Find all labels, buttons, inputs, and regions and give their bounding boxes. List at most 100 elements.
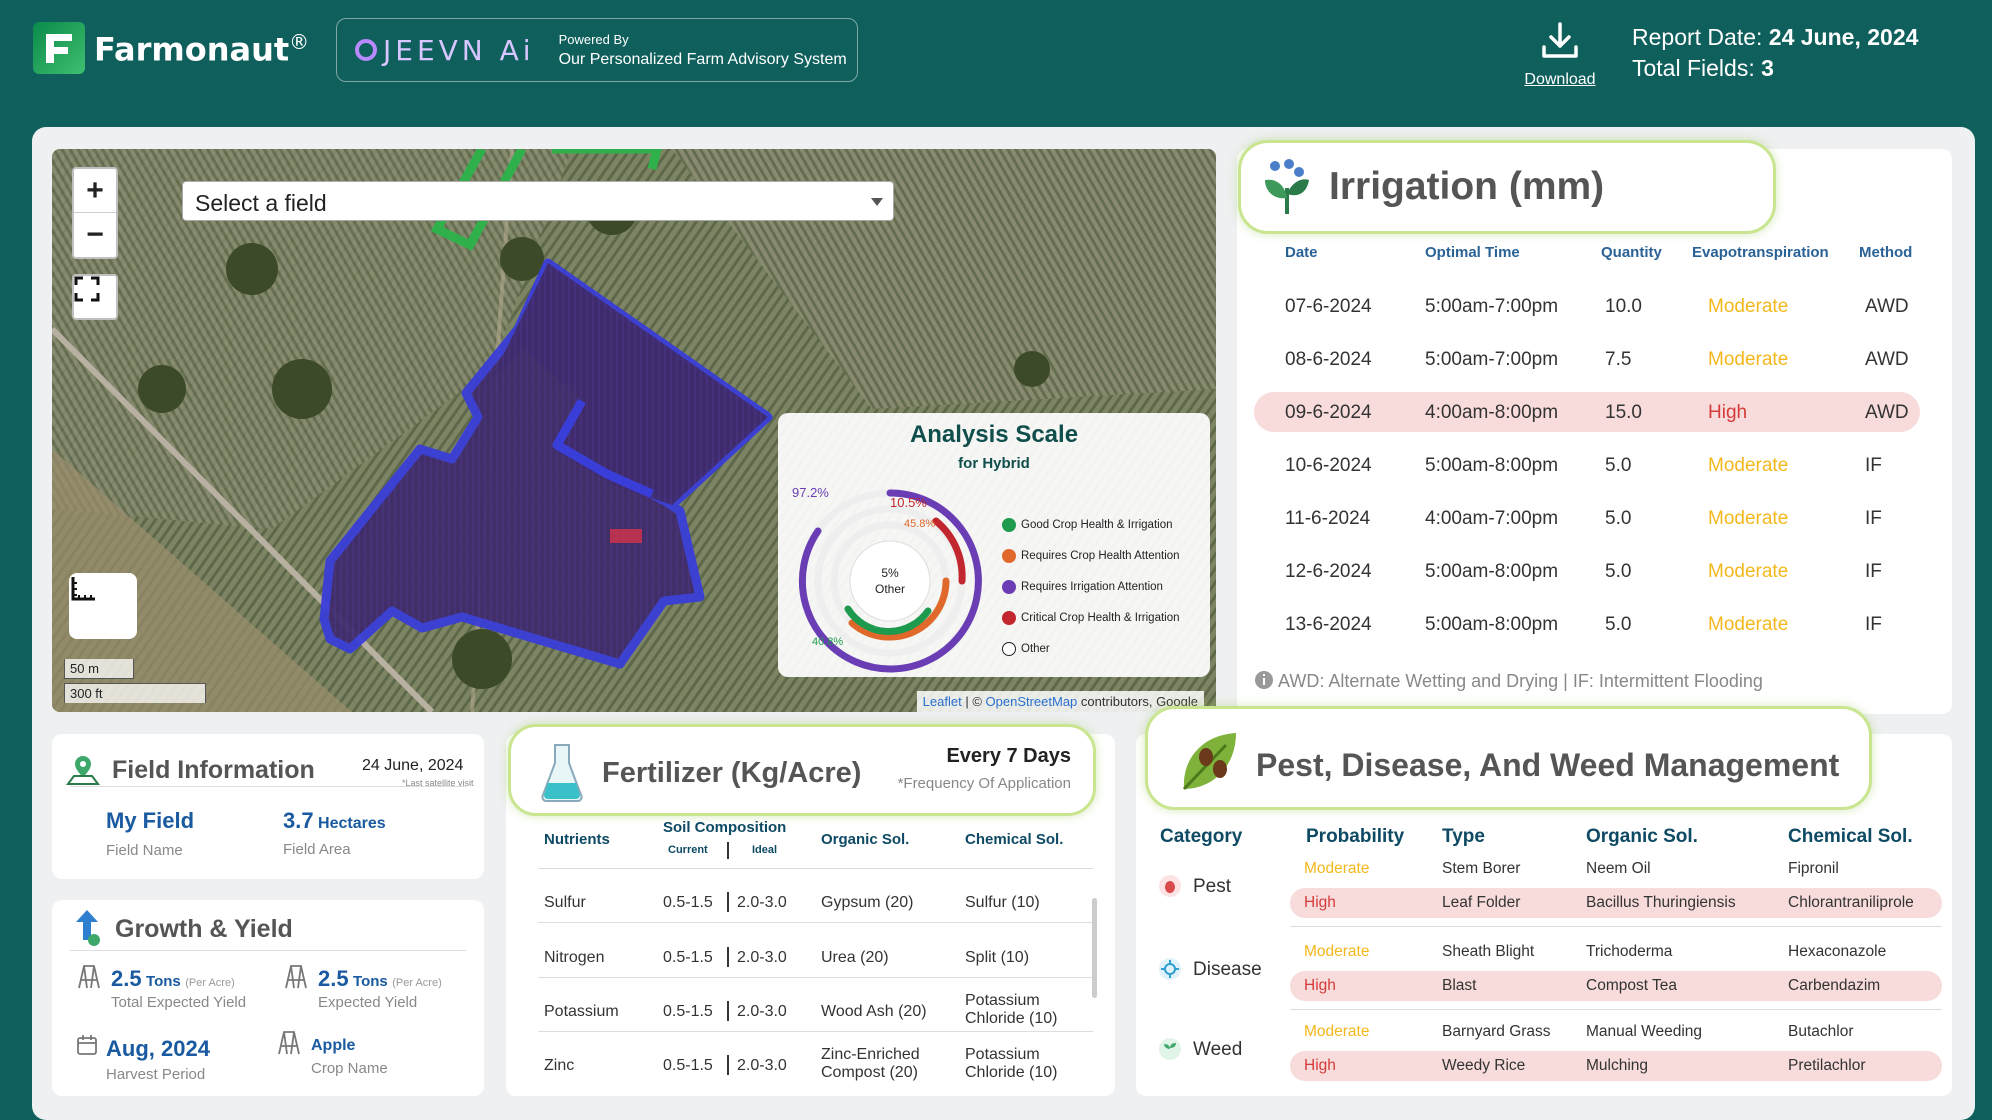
leaf-bug-icon [1182,733,1236,791]
irr-cell-date: 09-6-2024 [1285,402,1372,423]
irr-cell-evap: Moderate [1708,349,1789,370]
field-name-label: Field Name [106,842,183,859]
legend-item: Good Crop Health & Irrigation [1002,509,1180,540]
fert-header-chemical: Chemical Sol. [965,831,1064,848]
irrigation-row: 07-6-2024 5:00am-7:00pm 10.0 Moderate AWD [1254,286,1920,326]
irr-cell-qty: 5.0 [1605,508,1632,529]
fertilizer-title-badge: Fertilizer (Kg/Acre) Every 7 Days *Frequ… [508,724,1096,816]
irr-cell-evap: Moderate [1708,455,1789,476]
analysis-title: Analysis Scale [909,421,1079,448]
pest-cell-type: Weedy Rice [1442,1057,1526,1074]
fertilizer-frequency-note: *Frequency Of Application [897,775,1071,792]
info-icon [1255,671,1273,689]
fert-current: 0.5-1.5 [663,949,713,966]
irr-cell-method: AWD [1865,402,1909,423]
farmonaut-logo[interactable] [33,22,85,74]
irr-cell-method: AWD [1865,349,1909,370]
fertilizer-frequency: Every 7 Days [946,745,1071,767]
fert-header-soil: Soil Composition [663,819,787,836]
irr-header-evap: Evapotranspiration [1692,244,1829,261]
fert-ideal: 2.0-3.0 [737,949,787,966]
pest-cell-prob: High [1304,1057,1336,1074]
fert-nutrient: Potassium [544,1003,619,1020]
bug-icon [1158,874,1182,898]
pest-cell-prob: High [1304,894,1336,911]
analysis-donut: 97.2% 10.5% 45.8% 40.8% 5% Other [792,485,982,673]
field-select[interactable]: Select a field [182,181,894,221]
growth-title: Growth & Yield [115,915,293,943]
yield-icon [78,965,100,989]
zoom-in-button[interactable]: + [74,169,116,213]
irr-cell-time: 4:00am-7:00pm [1425,508,1559,529]
pest-cell-type: Leaf Folder [1442,894,1521,911]
pest-category-label: Disease [1193,959,1262,980]
label-green-pct: 40.8% [812,636,843,648]
pest-title: Pest, Disease, And Weed Management [1256,747,1840,783]
irr-cell-time: 5:00am-7:00pm [1425,349,1559,370]
crop-icon [278,1031,300,1055]
irr-cell-method: AWD [1865,296,1909,317]
irr-header-time: Optimal Time [1425,244,1520,261]
irrigation-row: 11-6-2024 4:00am-7:00pm 5.0 Moderate IF [1254,498,1920,538]
expected-yield-value: 2.5 Tons (Per Acre) [318,966,442,991]
crop-label: Crop Name [311,1060,388,1077]
report-date: 24 June, 2024 [1768,24,1919,50]
pest-category-label: Pest [1193,876,1232,897]
fert-nutrient: Zinc [544,1057,575,1074]
brand-name: Farmonaut® [94,30,310,69]
irr-cell-date: 07-6-2024 [1285,296,1372,317]
irr-cell-method: IF [1865,561,1882,582]
measure-button[interactable] [69,573,137,639]
leaflet-link[interactable]: Leaflet [923,694,962,709]
jeevn-badge: JEEVN Ai Powered By Our Personalized Far… [336,18,858,82]
irr-cell-qty: 5.0 [1605,614,1632,635]
total-fields: 3 [1761,55,1774,81]
analysis-legend: Good Crop Health & Irrigation Requires C… [1002,509,1180,664]
sprout-icon [1158,1037,1182,1061]
osm-link[interactable]: OpenStreetMap [986,694,1078,709]
pest-cell-type: Blast [1442,977,1477,994]
field-area-label: Field Area [283,841,351,858]
irr-cell-date: 13-6-2024 [1285,614,1372,635]
label-outer-pct: 97.2% [792,485,829,500]
pest-header-category: Category [1160,826,1243,847]
pest-cell-chemical: Pretilachlor [1788,1057,1866,1074]
pest-header-chemical: Chemical Sol. [1788,826,1913,847]
fullscreen-button[interactable] [72,274,118,320]
growth-yield-card: Growth & Yield 2.5 Tons (Per Acre) Total… [52,900,484,1096]
pest-title-badge: Pest, Disease, And Weed Management [1145,706,1872,810]
pest-row: Moderate Sheath Blight Trichoderma Hexacona… [1290,937,1942,967]
download-icon [1542,22,1578,58]
irr-cell-date: 12-6-2024 [1285,561,1372,582]
irr-cell-qty: 5.0 [1605,455,1632,476]
field-map[interactable]: + − Select a field 50 m 300 ft Leaflet |… [52,149,1216,712]
analysis-scale-card: Analysis Scale for Hybrid 97.2% 10.5% 45… [778,413,1210,677]
field-name-value: My Field [106,808,195,833]
flask-icon [541,744,583,803]
scale-feet: 300 ft [64,683,206,703]
irr-header-qty: Quantity [1601,244,1662,261]
irr-cell-time: 5:00am-8:00pm [1425,561,1559,582]
label-center-other: Other [875,582,905,596]
fert-organic: Zinc-Enriched Compost (20) [821,1046,920,1081]
fert-chemical: Potassium Chloride (10) [965,992,1058,1027]
powered-by-label: Powered By [558,31,629,47]
field-area-value: 3.7 Hectares [283,808,386,833]
label-red-pct: 10.5% [890,495,927,510]
download-button[interactable]: Download [1520,20,1600,89]
harvest-label: Harvest Period [106,1066,206,1083]
zoom-out-button[interactable]: − [74,213,116,257]
field-select-value: Select a field [195,190,327,216]
total-yield-value: 2.5 Tons (Per Acre) [111,966,235,991]
pest-cell-organic: Mulching [1586,1057,1649,1074]
irr-header-method: Method [1859,244,1913,261]
irrigation-row: 08-6-2024 5:00am-7:00pm 7.5 Moderate AWD [1254,339,1920,379]
irr-cell-method: IF [1865,614,1882,635]
irrigation-row: 10-6-2024 5:00am-8:00pm 5.0 Moderate IF [1254,445,1920,485]
irr-cell-date: 08-6-2024 [1285,349,1372,370]
irr-cell-evap: Moderate [1708,561,1789,582]
irr-cell-qty: 5.0 [1605,561,1632,582]
irrigation-row: 13-6-2024 5:00am-8:00pm 5.0 Moderate IF [1254,604,1920,644]
pest-cell-chemical: Chlorantraniliprole [1788,894,1914,911]
fertilizer-scrollbar[interactable] [1092,898,1097,998]
